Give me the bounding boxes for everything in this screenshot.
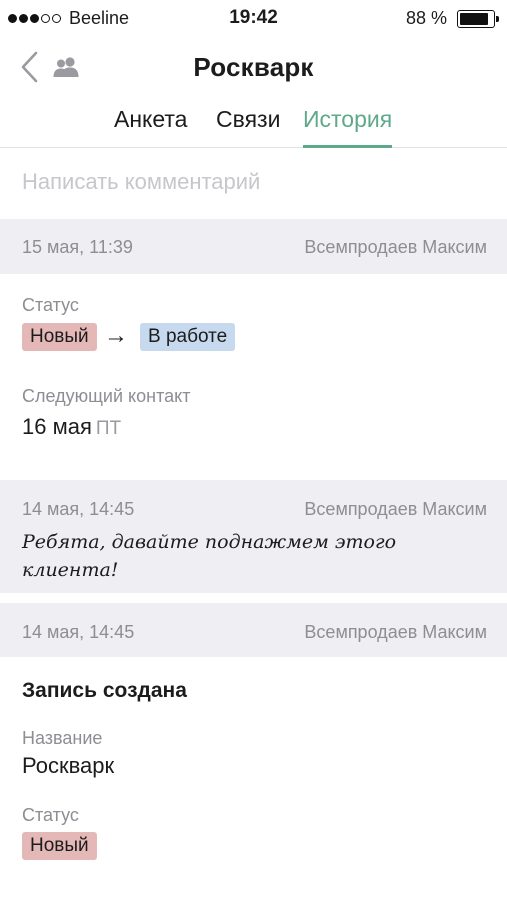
history-entry-header: 15 мая, 11:39 Всемпродаев Максим — [0, 219, 507, 274]
name-label: Название — [22, 728, 103, 748]
next-contact-weekday: ПТ — [95, 418, 122, 439]
comment-input[interactable] — [22, 160, 487, 204]
battery-percent: 88 % — [405, 8, 447, 28]
next-contact-label: Следующий контакт — [22, 386, 191, 406]
next-contact-date: 16 мая — [22, 414, 92, 439]
tab-links[interactable]: Связи — [216, 106, 280, 148]
status-badge-old: Новый — [22, 323, 97, 351]
status-right: 88 % — [405, 8, 499, 29]
comment-text: Ребята, давайте поднажмем этого клиента! — [22, 531, 397, 581]
next-contact-value: 16 мая ПТ — [22, 414, 121, 440]
entry-date: 14 мая, 14:45 — [22, 622, 135, 642]
status-badge: Новый — [22, 832, 97, 860]
page-title: Роскварк — [193, 52, 314, 82]
status-label: Статус — [22, 805, 79, 825]
entry-author: Всемпродаев Максим — [304, 237, 487, 257]
status-label: Статус — [22, 295, 79, 315]
name-value: Роскварк — [22, 753, 115, 778]
battery-tip — [496, 15, 499, 22]
status-bar: Beeline 19:42 88 % — [0, 0, 507, 38]
entry-date: 15 мая, 11:39 — [22, 237, 133, 257]
tab-bar: Анкета Связи История — [0, 98, 507, 148]
entry-author: Всемпродаев Максим — [304, 499, 487, 519]
nav-bar: Роскварк — [0, 38, 507, 98]
record-created-heading: Запись создана — [22, 679, 187, 702]
status-badge-new: В работе — [140, 323, 236, 351]
battery-icon — [457, 9, 499, 28]
entry-date: 14 мая, 14:45 — [22, 499, 135, 519]
battery-fill — [460, 12, 489, 25]
entry-author: Всемпродаев Максим — [304, 622, 487, 642]
tab-history[interactable]: История — [303, 106, 393, 148]
tab-anketa[interactable]: Анкета — [114, 106, 187, 148]
history-entry-comment: 14 мая, 14:45 Всемпродаев Максим Ребята,… — [0, 480, 507, 593]
arrow-right-icon: → — [104, 322, 128, 349]
history-entry-header: 14 мая, 14:45 Всемпродаев Максим — [0, 603, 507, 657]
